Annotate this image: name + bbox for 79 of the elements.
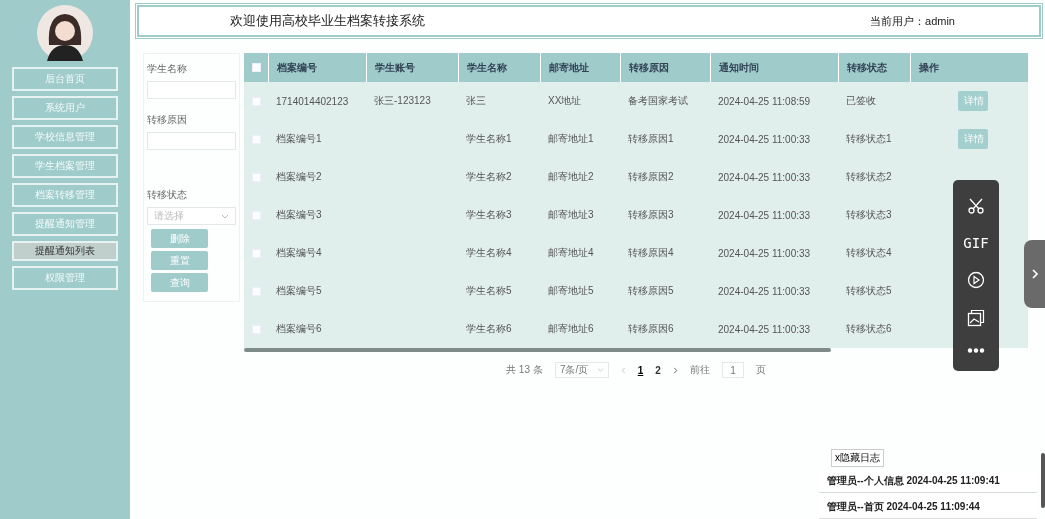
table-cell: 转移状态3 (846, 209, 892, 220)
column-header: 通知时间 (710, 53, 838, 82)
sidebar-item[interactable]: 学校信息管理 (12, 125, 118, 149)
table-cell: 转移状态2 (846, 171, 892, 182)
select-field[interactable]: 请选择 (147, 207, 236, 225)
total-count: 共 13 条 (506, 363, 543, 377)
page-number[interactable]: 1 (637, 364, 644, 376)
table-cell: 学生名称1 (466, 133, 512, 144)
page-size-select[interactable]: 7条/页 (554, 362, 609, 378)
table-cell: 邮寄地址5 (548, 285, 594, 296)
sidebar-item[interactable]: 权限管理 (12, 266, 118, 290)
filter-button[interactable]: 重置 (151, 251, 208, 270)
table-cell: 1714014402123 (276, 95, 349, 107)
current-user: 当前用户：admin (870, 13, 955, 29)
filter-button[interactable]: 查询 (151, 273, 208, 292)
hide-log-button[interactable]: x隐藏日志 (831, 449, 884, 467)
page-number[interactable]: 2 (655, 364, 661, 376)
column-header: 转移状态 (838, 53, 910, 82)
table-cell: 转移状态6 (846, 323, 892, 334)
table-cell: 学生名称2 (466, 171, 512, 182)
sidebar-item[interactable]: 后台首页 (12, 67, 118, 91)
table-cell: 学生名称3 (466, 209, 512, 220)
table-cell: 邮寄地址6 (548, 323, 594, 334)
table-cell: 档案编号6 (276, 323, 322, 334)
table-cell: 邮寄地址1 (548, 133, 594, 144)
sidebar-item[interactable]: 学生档案管理 (12, 154, 118, 178)
column-header: 操作 (910, 53, 1028, 82)
column-header: 邮寄地址 (540, 53, 620, 82)
table-cell: 转移原因5 (628, 285, 674, 296)
filter-button[interactable]: 删除 (151, 229, 208, 248)
table-cell: 转移原因3 (628, 209, 674, 220)
table-cell: 2024-04-25 11:00:33 (718, 323, 811, 335)
sidebar-item[interactable]: 系统用户 (12, 96, 118, 120)
table-cell: 邮寄地址4 (548, 247, 594, 258)
table-cell: 档案编号4 (276, 247, 322, 258)
page-unit: 页 (755, 363, 766, 377)
table-cell: 已签收 (846, 95, 876, 106)
table-cell: 转移原因6 (628, 323, 674, 334)
table-cell: 转移原因2 (628, 171, 674, 182)
table-cell: 2024-04-25 11:00:33 (718, 209, 811, 221)
table-cell: 张三-123123 (374, 95, 431, 106)
column-header: 学生名称 (458, 53, 540, 82)
table-cell: 转移原因1 (628, 133, 674, 144)
column-header: 学生账号 (366, 53, 458, 82)
table-cell: 档案编号2 (276, 171, 322, 182)
sidebar-item[interactable]: 档案转移管理 (12, 183, 118, 207)
table-cell: 档案编号1 (276, 133, 322, 144)
page-input[interactable]: 1 (721, 362, 744, 378)
table-cell: 转移状态4 (846, 247, 892, 258)
table-cell: 邮寄地址2 (548, 171, 594, 182)
table-cell: 2024-04-25 11:08:59 (718, 95, 811, 107)
column-header: 档案编号 (268, 53, 366, 82)
detail-button[interactable]: 详情 (958, 91, 988, 111)
sidebar-item[interactable]: 提醒通知管理 (12, 212, 118, 236)
field-label: 转移状态 (147, 188, 188, 202)
table-cell: 2024-04-25 11:00:33 (718, 247, 811, 259)
goto-label: 前往 (689, 363, 710, 377)
gif-button[interactable]: GIF (963, 234, 989, 251)
table-cell: 2024-04-25 11:00:33 (718, 171, 811, 183)
table-cell: 转移状态5 (846, 285, 892, 296)
table-cell: 转移状态1 (846, 133, 892, 144)
table-cell: 转移原因4 (628, 247, 674, 258)
table-cell: XX地址 (548, 95, 582, 106)
table-cell: 档案编号3 (276, 209, 322, 220)
table-cell: 档案编号5 (276, 285, 322, 296)
table-cell: 学生名称6 (466, 323, 512, 334)
table-cell: 邮寄地址3 (548, 209, 594, 220)
table-cell: 2024-04-25 11:00:33 (718, 133, 811, 145)
field-label: 转移原因 (147, 113, 188, 127)
table-cell: 备考国家考试 (628, 95, 688, 106)
page-title: 欢迎使用高校毕业生档案转接系统 (230, 12, 425, 30)
field-label: 学生名称 (147, 62, 188, 76)
sidebar-item[interactable]: 提醒通知列表 (12, 241, 118, 261)
detail-button[interactable]: 详情 (958, 129, 988, 149)
table-cell: 张三 (466, 95, 486, 106)
table-cell: 2024-04-25 11:00:33 (718, 285, 811, 297)
table-cell: 学生名称4 (466, 247, 512, 258)
column-header: 转移原因 (620, 53, 710, 82)
table-cell: 学生名称5 (466, 285, 512, 296)
